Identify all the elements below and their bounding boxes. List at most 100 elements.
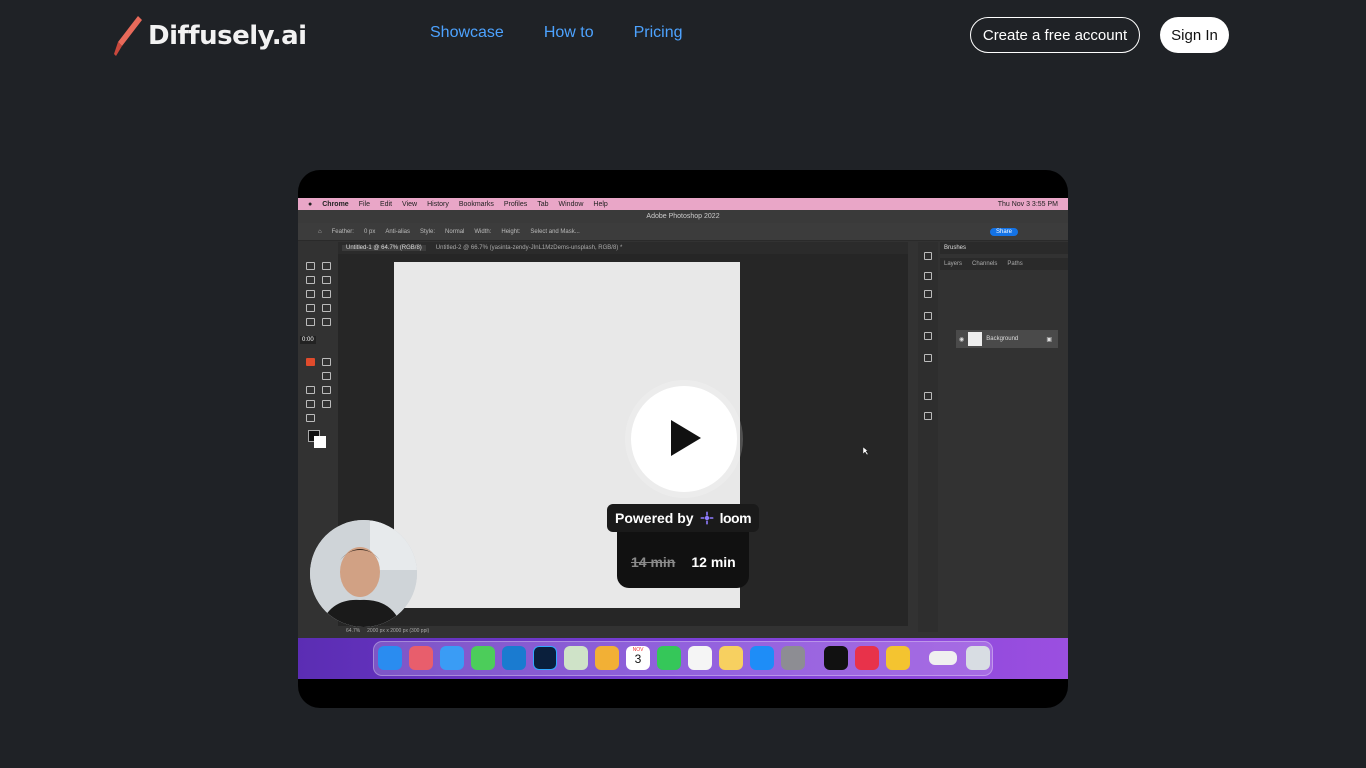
nav-link-pricing[interactable]: Pricing <box>634 24 683 42</box>
original-duration: 14 min <box>631 554 676 570</box>
calendar-icon: NOV 3 <box>626 646 650 670</box>
menu-help: Help <box>593 200 608 208</box>
launchpad-icon <box>409 646 433 670</box>
nav-link-showcase[interactable]: Showcase <box>430 24 504 42</box>
photoshop-icon <box>533 646 557 670</box>
app-store-icon <box>750 646 774 670</box>
eraser-tool-icon <box>306 358 315 366</box>
menu-history: History <box>427 200 449 208</box>
calendar-day: 3 <box>634 652 642 666</box>
select-mask-button: Select and Mask... <box>530 228 580 235</box>
notes-icon <box>719 646 743 670</box>
menu-tab: Tab <box>537 200 549 208</box>
feather-value: 0 px <box>363 228 376 235</box>
menu-view: View <box>402 200 418 208</box>
layers-panel: Brushes Layers Channels Paths ◉ Backgrou… <box>940 242 1068 632</box>
video-player[interactable]: ● Chrome File Edit View History Bookmark… <box>298 170 1068 708</box>
dock-shelf: NOV 3 <box>373 641 993 676</box>
doc-tab-1: Untitled-1 @ 64.7% (RGB/8) <box>342 245 426 251</box>
ps-toolbar <box>300 256 336 476</box>
screen-thumbnail-icon <box>929 651 957 665</box>
menu-file: File <box>358 200 370 208</box>
sped-up-duration: 12 min <box>691 554 736 570</box>
ps-title: Adobe Photoshop 2022 <box>298 210 1068 223</box>
layer-name: Background <box>986 336 1019 342</box>
speed-times: 14 min 12 min <box>631 554 736 570</box>
menu-chrome: Chrome <box>322 200 349 208</box>
home-icon: ⌂ <box>318 228 322 235</box>
info-panel-icon <box>924 290 932 298</box>
settings-icon <box>781 646 805 670</box>
mac-dock: NOV 3 <box>298 638 1068 679</box>
loom-logo-icon <box>700 511 714 525</box>
eye-icon: ◉ <box>959 336 965 343</box>
marquee-tool-icon <box>322 262 331 270</box>
facetime-icon <box>657 646 681 670</box>
hand-tool-icon <box>322 400 331 408</box>
powered-by-label: Powered by <box>615 510 694 526</box>
width-label: Width: <box>474 228 492 235</box>
eyedropper-tool-icon <box>322 290 331 298</box>
history-panel-icon <box>924 252 932 260</box>
chrome-icon <box>886 646 910 670</box>
apple-icon: ● <box>308 200 313 208</box>
brushes-panel-title: Brushes <box>940 242 1068 254</box>
menu-edit: Edit <box>379 200 393 208</box>
stamp-tool-icon <box>306 318 315 326</box>
logo[interactable]: Diffusely.ai <box>112 14 307 58</box>
mac-menubar: ● Chrome File Edit View History Bookmark… <box>298 198 1068 210</box>
crop-tool-icon <box>306 290 315 298</box>
photos-icon <box>595 646 619 670</box>
top-nav: Diffusely.ai Showcase How to Pricing Cre… <box>0 0 1366 70</box>
mouse-cursor-icon <box>863 447 868 455</box>
presenter-face-icon <box>310 520 417 627</box>
layer-row-background: ◉ Background ▣ <box>956 330 1058 348</box>
layer-thumbnail <box>968 332 983 346</box>
nav-link-how-to[interactable]: How to <box>544 24 594 42</box>
lock-icon: ▣ <box>1046 336 1052 343</box>
layers-panel-tabs: Layers Channels Paths <box>940 258 1068 270</box>
status-size: 2000 px x 2000 px (300 ppi) <box>367 628 430 634</box>
sign-in-button[interactable]: Sign In <box>1160 17 1229 53</box>
style-value: Normal <box>445 228 465 235</box>
loom-wordmark: loom <box>719 510 752 526</box>
height-label: Height: <box>501 228 521 235</box>
nav-links: Showcase How to Pricing <box>430 24 683 42</box>
finder-icon <box>378 646 402 670</box>
trash-icon <box>966 646 990 670</box>
tab-paths: Paths <box>1007 261 1023 267</box>
powered-by-loom-badge[interactable]: Powered by loom <box>607 504 760 532</box>
menu-bookmarks: Bookmarks <box>458 200 494 208</box>
shape-tool-icon <box>306 400 315 408</box>
menu-profiles: Profiles <box>503 200 528 208</box>
tab-channels: Channels <box>972 261 998 267</box>
vscode-icon <box>502 646 526 670</box>
wand-tool-icon <box>322 276 331 284</box>
type-tool-icon <box>322 372 331 380</box>
clone-panel-icon <box>924 332 932 340</box>
zoom-tool-icon <box>306 414 315 422</box>
creative-cloud-icon <box>855 646 879 670</box>
fill-tool-icon <box>322 358 331 366</box>
feather-label: Feather: <box>331 228 354 235</box>
brand-name: Diffusely.ai <box>148 21 307 51</box>
tab-layers: Layers <box>944 261 963 267</box>
terminal-icon <box>824 646 848 670</box>
ps-options-bar: ⌂ Feather: 0 px Anti-alias Style: Normal… <box>298 223 1068 241</box>
share-button: Share <box>989 227 1018 236</box>
style-label: Style: <box>420 228 436 235</box>
path-select-icon <box>322 386 331 394</box>
play-button[interactable] <box>631 386 737 492</box>
play-icon <box>671 420 701 456</box>
lasso-tool-icon <box>306 276 315 284</box>
brush-logo-icon <box>114 16 142 56</box>
doc-tab-2: Untitled-2 @ 66.7% (yasinta-zendy-JInL1M… <box>435 245 623 251</box>
background-color-icon <box>314 436 326 448</box>
create-account-button[interactable]: Create a free account <box>970 17 1140 53</box>
messages-icon <box>471 646 495 670</box>
swatch-panel-icon <box>924 412 932 420</box>
video-timer: 0:00 <box>300 336 316 344</box>
antialias-label: Anti-alias <box>385 228 411 235</box>
safari-icon <box>440 646 464 670</box>
brush-tool-icon <box>306 304 315 312</box>
